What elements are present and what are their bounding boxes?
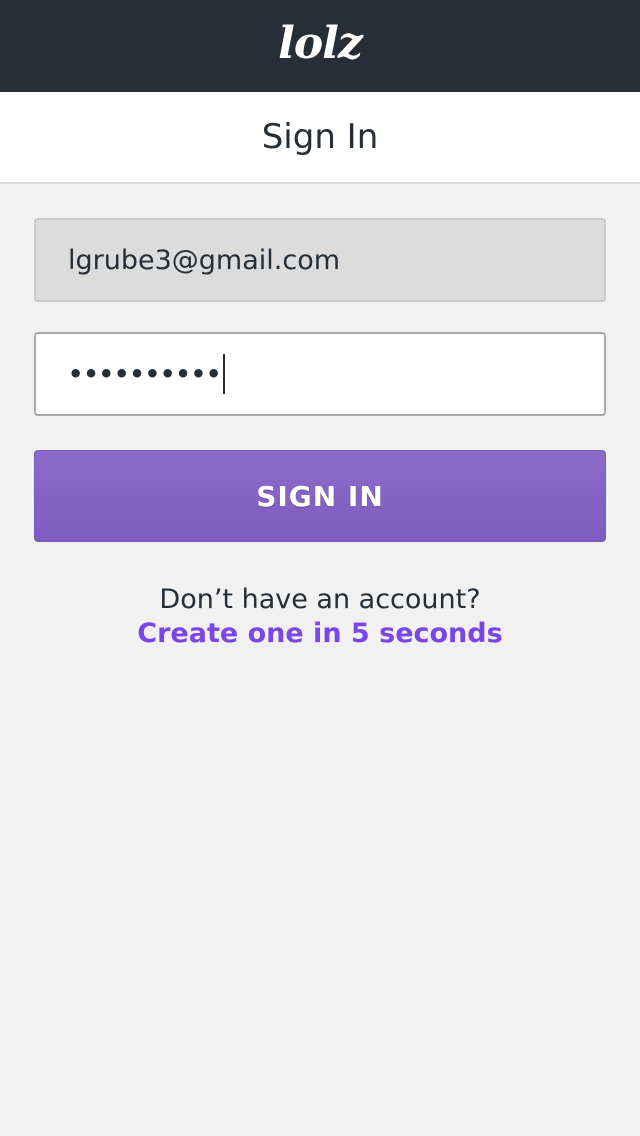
sign-in-screen: lolz Sign In lgrube3@gmail.com •••••••••… (0, 0, 640, 1136)
signup-prompt: Don’t have an account? (159, 584, 481, 615)
page-title: Sign In (261, 117, 379, 157)
sign-in-button[interactable]: SIGN IN (34, 450, 606, 542)
email-field-value: lgrube3@gmail.com (68, 244, 341, 276)
text-cursor (223, 354, 226, 394)
email-field[interactable]: lgrube3@gmail.com (34, 218, 606, 302)
title-bar: Sign In (0, 92, 640, 184)
app-logo: lolz (278, 18, 363, 69)
create-account-link[interactable]: Create one in 5 seconds (0, 616, 640, 652)
password-field-value: •••••••••• (68, 360, 222, 388)
top-navigation-bar: lolz (0, 0, 640, 92)
password-field[interactable]: •••••••••• (34, 332, 606, 416)
sign-in-button-label: SIGN IN (256, 479, 384, 513)
